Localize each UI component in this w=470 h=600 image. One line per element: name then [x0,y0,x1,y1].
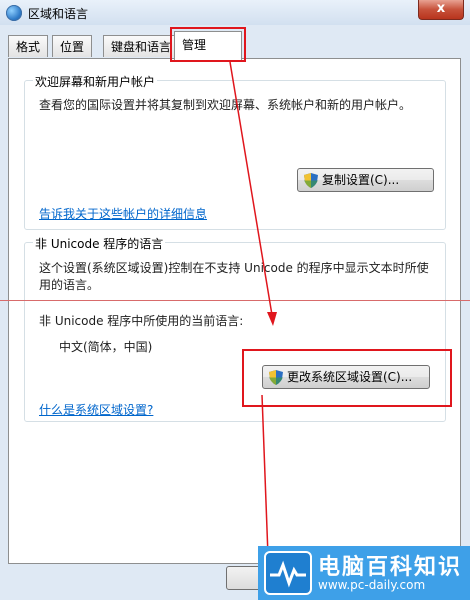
monitor-logo-icon [264,551,312,595]
annotation-arrow [229,61,277,557]
watermark: 电脑百科知识 www.pc-daily.com [258,546,470,600]
arrow-head-upper [267,312,277,326]
pulse-icon [270,560,306,588]
watermark-url: www.pc-daily.com [318,578,426,592]
watermark-brand: 电脑百科知识 [318,555,463,580]
arrow-shaft-lower [261,394,269,557]
arrow-shaft-upper [229,61,273,316]
